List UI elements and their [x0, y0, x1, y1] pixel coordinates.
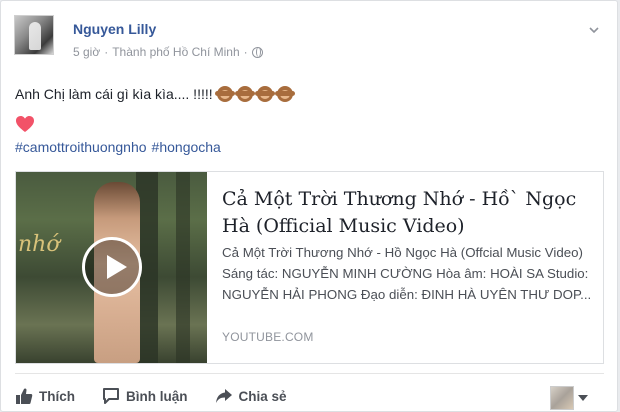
- thumbs-up-icon: [16, 388, 33, 404]
- see-no-evil-monkey-icon: [274, 86, 295, 102]
- meta-separator: ·: [243, 45, 248, 59]
- hashtags: #camottroithuongnho #hongocha: [15, 139, 221, 155]
- play-icon[interactable]: [82, 237, 142, 297]
- meta-separator: ·: [104, 45, 109, 59]
- see-no-evil-monkey-icon: [214, 86, 235, 102]
- thumbnail-script-text: nhớ: [18, 232, 60, 257]
- comment-icon: [103, 388, 119, 404]
- heart-icon: [16, 116, 34, 132]
- hashtag-link[interactable]: #camottroithuongnho: [15, 139, 147, 155]
- share-button[interactable]: Chia sẻ: [215, 387, 287, 405]
- comment-label: Bình luận: [126, 388, 188, 404]
- post-text: Anh Chị làm cái gì kìa kìa.... !!!!!: [15, 86, 295, 102]
- share-label: Chia sẻ: [238, 388, 287, 404]
- avatar[interactable]: [14, 15, 54, 55]
- post-card: Nguyen Lilly 5 giờ · Thành phố Hồ Chí Mi…: [0, 0, 618, 412]
- post-meta: 5 giờ · Thành phố Hồ Chí Minh ·: [73, 45, 263, 59]
- author-name[interactable]: Nguyen Lilly: [73, 21, 156, 37]
- link-title[interactable]: Cả Một Trời Thương Nhớ - Hồ` Ngọc Hà (Of…: [222, 186, 592, 240]
- thumbnail-tree: [176, 172, 190, 363]
- post-time[interactable]: 5 giờ: [73, 45, 100, 59]
- like-label: Thích: [39, 388, 75, 404]
- page-avatar: [550, 386, 574, 410]
- video-thumbnail[interactable]: nhớ: [16, 172, 207, 363]
- link-description: Cả Một Trời Thương Nhớ - Hồ Ngọc Hà (Off…: [222, 245, 592, 302]
- caret-down-icon: [578, 395, 588, 401]
- globe-icon[interactable]: [251, 46, 263, 58]
- comment-button[interactable]: Bình luận: [102, 387, 188, 405]
- link-preview[interactable]: nhớ Cả Một Trời Thương Nhớ - Hồ` Ngọc Hà…: [15, 171, 604, 364]
- share-icon: [215, 389, 232, 403]
- post-as-selector[interactable]: [550, 386, 588, 410]
- link-domain: YOUTUBE.COM: [222, 330, 314, 344]
- chevron-down-icon[interactable]: [589, 25, 599, 35]
- action-bar: Thích Bình luận Chia sẻ: [15, 387, 314, 405]
- divider: [15, 373, 604, 374]
- see-no-evil-monkey-icon: [234, 86, 255, 102]
- hashtag-link[interactable]: #hongocha: [152, 139, 221, 155]
- see-no-evil-monkey-icon: [254, 86, 275, 102]
- post-location[interactable]: Thành phố Hồ Chí Minh: [112, 45, 239, 59]
- post-message: Anh Chị làm cái gì kìa kìa.... !!!!!: [15, 86, 213, 102]
- like-button[interactable]: Thích: [15, 387, 75, 405]
